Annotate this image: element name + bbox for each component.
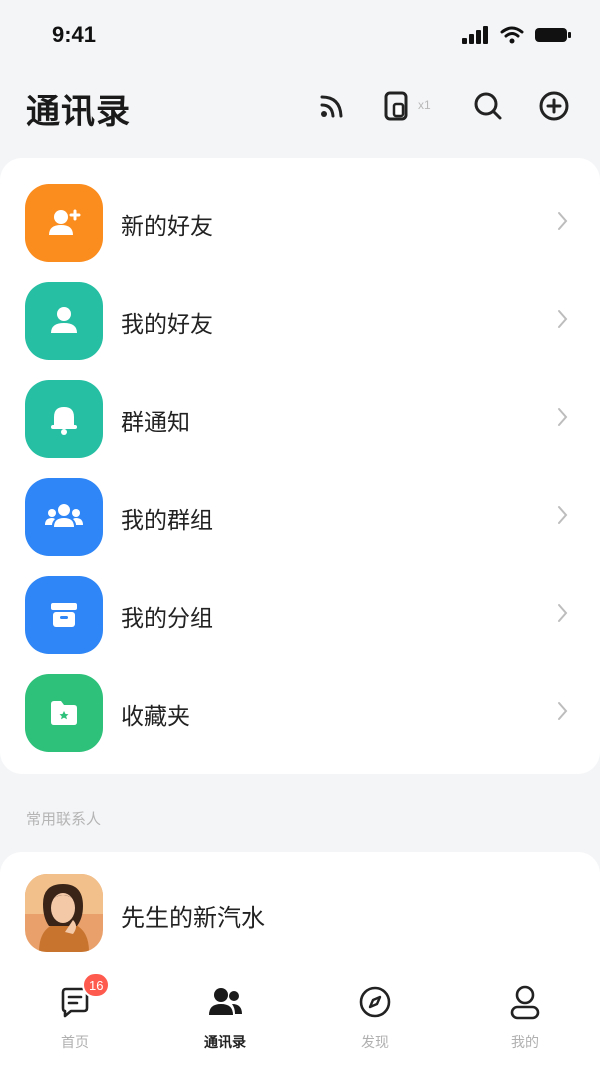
device-count: x1 [418, 98, 431, 112]
menu-icon-bg [25, 674, 103, 752]
chevron-right-icon [558, 310, 568, 328]
menu-label: 群通知 [121, 410, 190, 436]
wifi-icon [500, 26, 524, 44]
box-icon [51, 603, 77, 627]
menu-label: 新的好友 [121, 214, 213, 240]
tab-discover[interactable]: 发现 [300, 980, 450, 1060]
menu-item-group-notice[interactable]: 群通知 [0, 370, 600, 468]
tab-label: 发现 [361, 1035, 389, 1051]
chevron-right-icon [558, 408, 568, 426]
profile-icon [505, 982, 545, 1022]
bell-icon [51, 407, 77, 435]
chevron-right-icon [558, 212, 568, 230]
contacts-menu: 新的好友 我的好友 群通知 我的群组 我的分组 收藏夹 [0, 158, 600, 774]
add-circle-icon[interactable] [536, 88, 572, 124]
rss-icon[interactable] [314, 88, 350, 124]
avatar [25, 874, 103, 952]
contact-name: 先生的新汽水 [121, 904, 265, 932]
device-icon[interactable] [378, 88, 414, 124]
compass-icon [355, 982, 395, 1022]
page-title: 通讯录 [26, 92, 131, 132]
group-icon [45, 504, 83, 527]
frequent-contacts: 先生的新汽水 [0, 852, 600, 972]
menu-item-my-categories[interactable]: 我的分组 [0, 566, 600, 664]
menu-icon-bg [25, 184, 103, 262]
unread-badge: 16 [82, 972, 111, 998]
menu-item-favorites[interactable]: 收藏夹 [0, 664, 600, 762]
signal-icon [462, 26, 488, 44]
chevron-right-icon [558, 506, 568, 524]
tab-label: 我的 [511, 1035, 539, 1051]
menu-label: 我的好友 [121, 312, 213, 338]
menu-label: 我的分组 [121, 606, 213, 632]
status-bar: 9:41 [0, 0, 600, 70]
tab-me[interactable]: 我的 [450, 980, 600, 1060]
tab-label: 首页 [61, 1035, 89, 1051]
tab-contacts[interactable]: 通讯录 [150, 980, 300, 1060]
menu-item-my-groups[interactable]: 我的群组 [0, 468, 600, 566]
tab-bar: 16 首页 通讯录 发现 我的 [0, 970, 600, 1066]
menu-label: 我的群组 [121, 508, 213, 534]
status-time: 9:41 [52, 22, 97, 47]
section-title-frequent: 常用联系人 [26, 810, 102, 828]
search-icon[interactable] [470, 88, 506, 124]
contacts-icon [205, 982, 245, 1022]
menu-icon-bg [25, 380, 103, 458]
menu-item-my-friends[interactable]: 我的好友 [0, 272, 600, 370]
menu-label: 收藏夹 [121, 704, 190, 730]
menu-item-new-friends[interactable]: 新的好友 [0, 174, 600, 272]
chevron-right-icon [558, 702, 568, 720]
chevron-right-icon [558, 604, 568, 622]
battery-icon [535, 28, 571, 42]
folder-icon [51, 701, 77, 725]
tab-label: 通讯录 [204, 1035, 246, 1051]
menu-icon-bg [25, 282, 103, 360]
header: 通讯录 x1 [0, 70, 600, 150]
status-icons [462, 26, 572, 44]
tab-home[interactable]: 16 首页 [0, 972, 150, 1060]
user-icon [51, 307, 77, 333]
menu-icon-bg [25, 576, 103, 654]
add-user-icon [49, 209, 81, 235]
menu-icon-bg [25, 478, 103, 556]
